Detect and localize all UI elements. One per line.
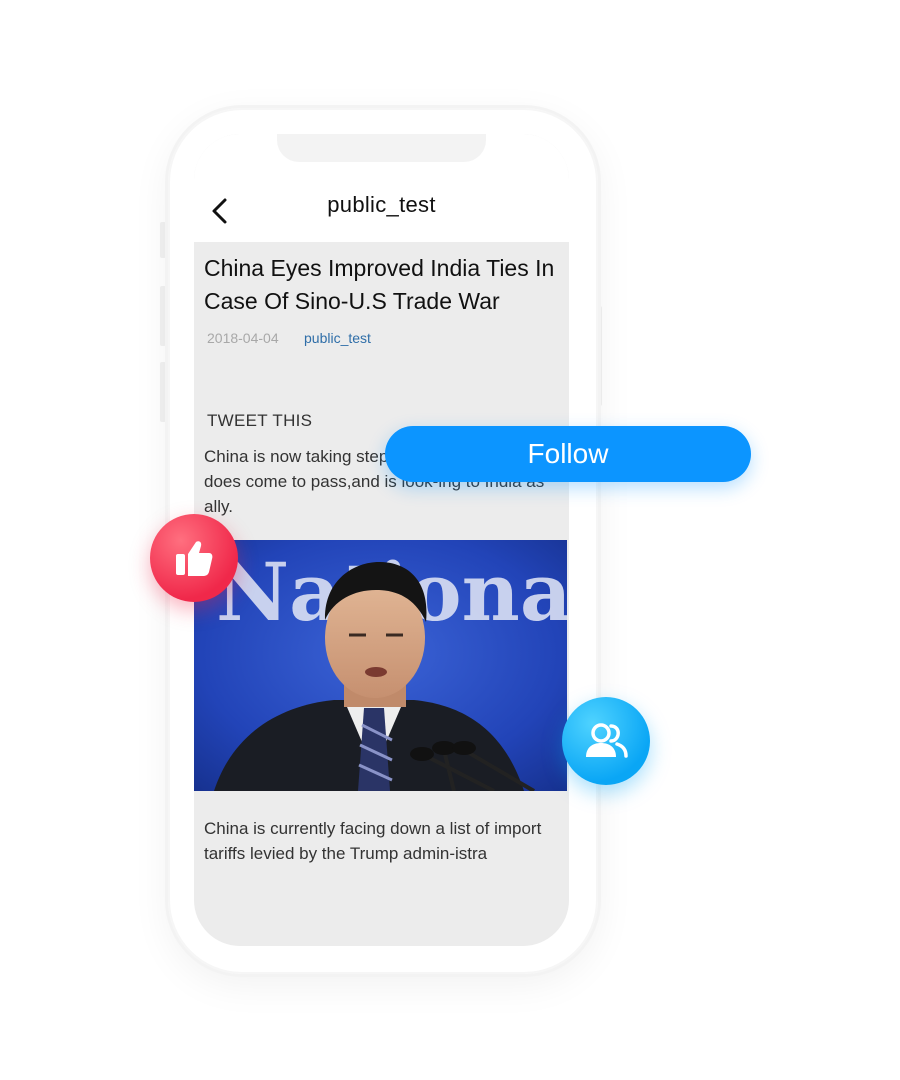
phone-screen: public_test China Eyes Improved India Ti… — [194, 134, 569, 946]
notch — [277, 134, 486, 162]
article-headline: China Eyes Improved India Ties In Case O… — [204, 255, 555, 314]
users-button[interactable] — [562, 697, 650, 785]
users-icon — [586, 723, 628, 758]
like-button[interactable] — [150, 514, 238, 602]
nav-bar: public_test — [194, 134, 569, 242]
article-photo: National — [194, 540, 567, 791]
page-title: public_test — [327, 192, 436, 217]
article-date: 2018-04-04 — [207, 330, 279, 346]
volume-down-button — [160, 362, 166, 422]
volume-up-button — [160, 286, 166, 346]
article-paragraph: China is currently facing down a list of… — [204, 819, 542, 863]
article-author-link[interactable]: public_test — [304, 330, 371, 346]
mute-switch — [160, 222, 166, 258]
thumbs-up-icon — [176, 541, 213, 576]
press-conference-photo: National — [194, 540, 567, 791]
tweet-this-link[interactable]: TWEET THIS — [207, 411, 312, 431]
follow-button[interactable]: Follow — [385, 426, 751, 482]
